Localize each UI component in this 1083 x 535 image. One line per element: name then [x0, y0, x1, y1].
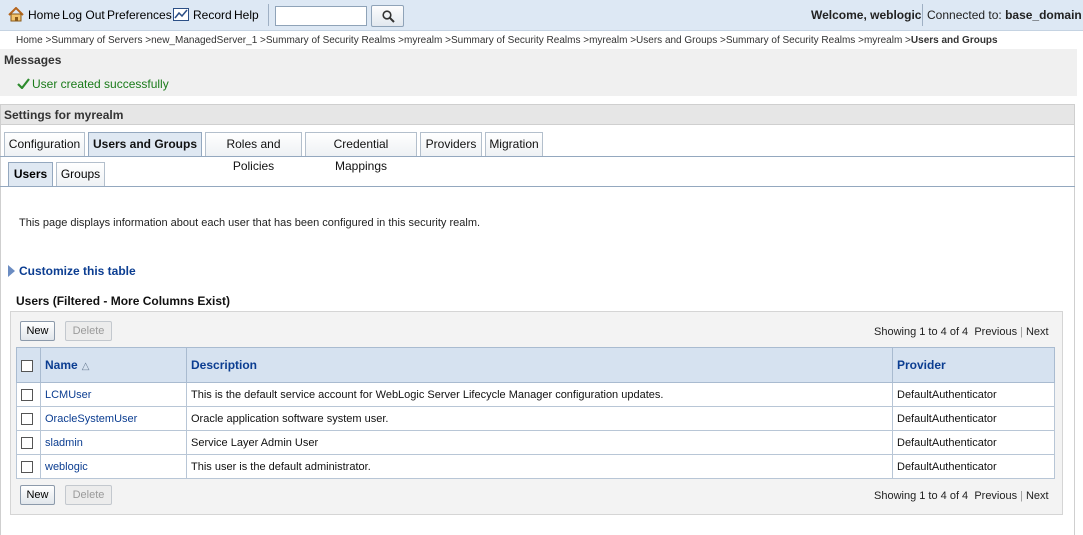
- breadcrumb-item[interactable]: Summary of Security Realms: [451, 35, 580, 46]
- breadcrumb-item[interactable]: Summary of Security Realms: [726, 35, 855, 46]
- next-link[interactable]: Next: [1026, 490, 1049, 502]
- breadcrumb-item[interactable]: myrealm: [404, 35, 442, 46]
- tab-configuration[interactable]: Configuration: [4, 132, 85, 156]
- tab-credential-mappings[interactable]: Credential Mappings: [305, 132, 417, 173]
- table-row: sladmin Service Layer Admin User Default…: [16, 430, 1055, 455]
- welcome-text: Welcome, weblogic: [811, 8, 922, 22]
- preferences-link[interactable]: Preferences: [107, 8, 172, 22]
- row-select-cell: [16, 382, 41, 407]
- user-description: This is the default service account for …: [186, 382, 893, 407]
- breadcrumb-item[interactable]: myrealm: [864, 35, 902, 46]
- breadcrumb-item[interactable]: Home: [16, 35, 43, 46]
- messages-title: Messages: [4, 53, 62, 67]
- provider-column-header: Provider: [892, 347, 1055, 383]
- row-select-cell: [16, 430, 41, 455]
- previous-link[interactable]: Previous: [974, 490, 1017, 502]
- search-button[interactable]: [371, 5, 404, 27]
- breadcrumb-current: Users and Groups: [910, 35, 998, 46]
- name-column-header[interactable]: Name △: [40, 347, 187, 383]
- breadcrumb-item[interactable]: Summary of Security Realms: [266, 35, 395, 46]
- expand-triangle-icon: [8, 265, 15, 277]
- sort-ascending-icon[interactable]: △: [82, 361, 90, 372]
- tab-divider: [0, 156, 1075, 157]
- row-checkbox[interactable]: [21, 460, 33, 473]
- row-checkbox[interactable]: [21, 412, 33, 425]
- record-icon[interactable]: [173, 8, 189, 21]
- breadcrumb-item[interactable]: Users and Groups: [636, 35, 717, 46]
- messages-panel: Messages User created successfully: [0, 49, 1077, 96]
- toolbar-separator: [922, 4, 923, 26]
- new-button-top[interactable]: New: [20, 321, 55, 341]
- select-all-header: [16, 347, 41, 383]
- delete-button-bottom[interactable]: Delete: [65, 485, 112, 505]
- user-provider: DefaultAuthenticator: [892, 430, 1055, 455]
- previous-link[interactable]: Previous: [974, 326, 1017, 338]
- breadcrumb-item[interactable]: myrealm: [589, 35, 627, 46]
- name-header-label: Name: [45, 358, 78, 372]
- user-name-link[interactable]: LCMUser: [40, 382, 187, 407]
- user-description: Service Layer Admin User: [186, 430, 893, 455]
- connected-text: Connected to: base_domain: [927, 8, 1082, 22]
- row-select-cell: [16, 454, 41, 479]
- tab-users[interactable]: Users: [8, 162, 53, 186]
- pager-status: Showing 1 to 4 of 4: [874, 326, 969, 338]
- search-icon: [382, 10, 395, 23]
- user-name-link[interactable]: OracleSystemUser: [40, 406, 187, 431]
- next-link[interactable]: Next: [1026, 326, 1049, 338]
- help-link[interactable]: Help: [234, 8, 259, 22]
- connected-label: Connected to:: [927, 8, 1002, 22]
- pager-status: Showing 1 to 4 of 4: [874, 490, 969, 502]
- tab-providers[interactable]: Providers: [420, 132, 482, 156]
- customize-label: Customize this table: [19, 264, 136, 278]
- pager-bottom: Showing 1 to 4 of 4 Previous | Next: [874, 490, 1049, 502]
- row-checkbox[interactable]: [21, 436, 33, 449]
- search-input[interactable]: [275, 6, 367, 26]
- tab-roles-and-policies[interactable]: Roles and Policies: [205, 132, 302, 173]
- customize-table-link[interactable]: Customize this table: [8, 264, 136, 278]
- user-description: Oracle application software system user.: [186, 406, 893, 431]
- settings-header: Settings for myrealm: [0, 104, 1075, 125]
- tab-migration[interactable]: Migration: [485, 132, 543, 156]
- row-select-cell: [16, 406, 41, 431]
- page-description: This page displays information about eac…: [19, 217, 481, 229]
- success-message-text: User created successfully: [32, 77, 169, 91]
- logout-link[interactable]: Log Out: [62, 8, 105, 22]
- breadcrumb-item[interactable]: Summary of Servers: [51, 35, 142, 46]
- table-caption: Users (Filtered - More Columns Exist): [16, 294, 231, 308]
- subtab-divider: [0, 186, 1075, 187]
- settings-title: Settings for myrealm: [4, 108, 124, 122]
- user-provider: DefaultAuthenticator: [892, 382, 1055, 407]
- table-row: LCMUser This is the default service acco…: [16, 382, 1055, 407]
- user-provider: DefaultAuthenticator: [892, 406, 1055, 431]
- select-all-checkbox[interactable]: [21, 359, 33, 372]
- pager-top: Showing 1 to 4 of 4 Previous | Next: [874, 326, 1049, 338]
- new-button-bottom[interactable]: New: [20, 485, 55, 505]
- home-link[interactable]: Home: [28, 8, 60, 22]
- user-name-link[interactable]: sladmin: [40, 430, 187, 455]
- table-row: weblogic This user is the default admini…: [16, 454, 1055, 479]
- record-link[interactable]: Record: [193, 8, 232, 22]
- tab-users-and-groups[interactable]: Users and Groups: [88, 132, 202, 157]
- table-row: OracleSystemUser Oracle application soft…: [16, 406, 1055, 431]
- row-checkbox[interactable]: [21, 388, 33, 401]
- home-icon[interactable]: [8, 7, 24, 22]
- tab-groups[interactable]: Groups: [56, 162, 105, 186]
- breadcrumb-item[interactable]: new_ManagedServer_1: [151, 35, 257, 46]
- success-message: User created successfully: [17, 77, 169, 91]
- table-header-row: Name △ Description Provider: [16, 347, 1055, 383]
- breadcrumb: Home >Summary of Servers >new_ManagedSer…: [16, 35, 998, 46]
- delete-button-top[interactable]: Delete: [65, 321, 112, 341]
- checkmark-icon: [17, 78, 30, 89]
- user-description: This user is the default administrator.: [186, 454, 893, 479]
- description-column-header: Description: [186, 347, 893, 383]
- user-provider: DefaultAuthenticator: [892, 454, 1055, 479]
- domain-name: base_domain: [1005, 8, 1082, 22]
- top-toolbar: Home Log Out Preferences Record Help Wel…: [0, 0, 1083, 31]
- users-table: Name △ Description Provider LCMUser This …: [16, 347, 1055, 479]
- toolbar-separator: [268, 4, 269, 26]
- user-name-link[interactable]: weblogic: [40, 454, 187, 479]
